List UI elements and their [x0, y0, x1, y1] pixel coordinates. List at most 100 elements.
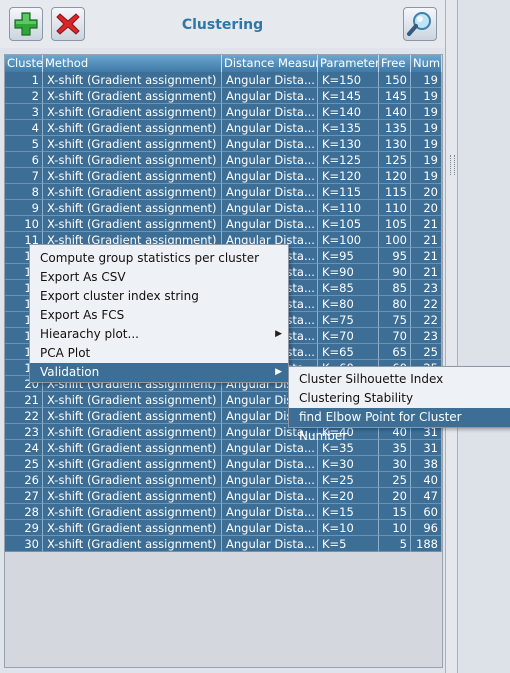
- cell-method: X-shift (Gradient assignment): [43, 440, 222, 456]
- cell-free-param: 65: [379, 344, 411, 360]
- menu-item-export-as-csv[interactable]: Export As CSV: [30, 268, 288, 287]
- split-pane-divider[interactable]: [445, 0, 458, 673]
- search-button[interactable]: [403, 7, 437, 41]
- cell-distance: Angular Dista...: [222, 456, 318, 472]
- cell-cluster: 6: [5, 152, 43, 168]
- cell-free-param: 125: [379, 152, 411, 168]
- submenu-item-cluster-silhouette-index[interactable]: Cluster Silhouette Index: [289, 370, 510, 389]
- cell-cluster: 2: [5, 88, 43, 104]
- cell-cluster: 23: [5, 424, 43, 440]
- menu-item-pca-plot[interactable]: PCA Plot: [30, 344, 288, 363]
- cell-distance: Angular Dista...: [222, 200, 318, 216]
- table-row[interactable]: 7 X-shift (Gradient assignment) Angular Di…: [5, 168, 442, 184]
- divider-grip-icon[interactable]: [450, 155, 455, 175]
- submenu-item-clustering-stability[interactable]: Clustering Stability: [289, 389, 510, 408]
- cell-method: X-shift (Gradient assignment): [43, 120, 222, 136]
- cell-num: 19: [411, 72, 442, 88]
- table-row[interactable]: 6 X-shift (Gradient assignment) Angular Di…: [5, 152, 442, 168]
- table-row[interactable]: 3 X-shift (Gradient assignment) Angular Di…: [5, 104, 442, 120]
- cell-cluster: 22: [5, 408, 43, 424]
- cell-cluster: 1: [5, 72, 43, 88]
- cell-method: X-shift (Gradient assignment): [43, 72, 222, 88]
- cell-parameter: K=80: [318, 296, 379, 312]
- cell-cluster: 27: [5, 488, 43, 504]
- cell-parameter: K=65: [318, 344, 379, 360]
- cell-cluster: 26: [5, 472, 43, 488]
- cell-parameter: K=145: [318, 88, 379, 104]
- cell-distance: Angular Dista...: [222, 184, 318, 200]
- cell-free-param: 85: [379, 280, 411, 296]
- cell-num: 96: [411, 520, 442, 536]
- cell-free-param: 120: [379, 168, 411, 184]
- table-row[interactable]: 26 X-shift (Gradient assignment) Angular D…: [5, 472, 442, 488]
- cell-num: 21: [411, 232, 442, 248]
- cell-cluster: 5: [5, 136, 43, 152]
- column-header-parameter[interactable]: Parameter: [318, 55, 379, 72]
- cell-free-param: 115: [379, 184, 411, 200]
- cell-num: 23: [411, 328, 442, 344]
- cell-parameter: K=70: [318, 328, 379, 344]
- cell-cluster: 9: [5, 200, 43, 216]
- cell-method: X-shift (Gradient assignment): [43, 152, 222, 168]
- table-row[interactable]: 30 X-shift (Gradient assignment) Angular D…: [5, 536, 442, 552]
- menu-item-label: Export As FCS: [40, 308, 125, 322]
- cell-free-param: 130: [379, 136, 411, 152]
- table-row[interactable]: 5 X-shift (Gradient assignment) Angular Di…: [5, 136, 442, 152]
- add-button[interactable]: [9, 7, 43, 41]
- column-header-method[interactable]: Method: [43, 55, 222, 72]
- cell-method: X-shift (Gradient assignment): [43, 88, 222, 104]
- cell-num: 21: [411, 248, 442, 264]
- cell-distance: Angular Dista...: [222, 152, 318, 168]
- cell-num: 21: [411, 216, 442, 232]
- cell-method: X-shift (Gradient assignment): [43, 200, 222, 216]
- cell-parameter: K=30: [318, 456, 379, 472]
- menu-item-export-as-fcs[interactable]: Export As FCS: [30, 306, 288, 325]
- cell-free-param: 140: [379, 104, 411, 120]
- table-row[interactable]: 1 X-shift (Gradient assignment) Angular Di…: [5, 72, 442, 88]
- column-header-num[interactable]: Num...: [411, 55, 442, 72]
- cell-num: 47: [411, 488, 442, 504]
- cell-free-param: 145: [379, 88, 411, 104]
- table-row[interactable]: 8 X-shift (Gradient assignment) Angular Di…: [5, 184, 442, 200]
- cell-num: 19: [411, 168, 442, 184]
- cell-free-param: 105: [379, 216, 411, 232]
- menu-item-label: Clustering Stability: [299, 391, 414, 405]
- menu-item-label: Cluster Silhouette Index: [299, 372, 444, 386]
- cell-method: X-shift (Gradient assignment): [43, 184, 222, 200]
- delete-button[interactable]: [51, 7, 85, 41]
- cell-method: X-shift (Gradient assignment): [43, 424, 222, 440]
- table-row[interactable]: 2 X-shift (Gradient assignment) Angular Di…: [5, 88, 442, 104]
- cell-parameter: K=100: [318, 232, 379, 248]
- cell-free-param: 30: [379, 456, 411, 472]
- cell-free-param: 75: [379, 312, 411, 328]
- cell-parameter: K=15: [318, 504, 379, 520]
- cell-free-param: 150: [379, 72, 411, 88]
- cell-parameter: K=25: [318, 472, 379, 488]
- cell-parameter: K=20: [318, 488, 379, 504]
- context-menu: Compute group statistics per cluster Expo…: [29, 244, 289, 383]
- cell-parameter: K=135: [318, 120, 379, 136]
- table-row[interactable]: 24 X-shift (Gradient assignment) Angular D…: [5, 440, 442, 456]
- cell-num: 60: [411, 504, 442, 520]
- table-row[interactable]: 28 X-shift (Gradient assignment) Angular D…: [5, 504, 442, 520]
- submenu-item-find-elbow-point-for-cluster-number[interactable]: find Elbow Point for Cluster Number: [289, 408, 510, 443]
- table-row[interactable]: 9 X-shift (Gradient assignment) Angular Di…: [5, 200, 442, 216]
- table-row[interactable]: 29 X-shift (Gradient assignment) Angular D…: [5, 520, 442, 536]
- cell-parameter: K=5: [318, 536, 379, 552]
- menu-item-export-cluster-index-string[interactable]: Export cluster index string: [30, 287, 288, 306]
- cell-free-param: 110: [379, 200, 411, 216]
- table-row[interactable]: 27 X-shift (Gradient assignment) Angular D…: [5, 488, 442, 504]
- column-header-cluster[interactable]: Cluste: [5, 55, 43, 72]
- column-header-free-param[interactable]: Free P: [379, 55, 411, 72]
- menu-item-compute-group-statistics-per-cluster[interactable]: Compute group statistics per cluster: [30, 249, 288, 268]
- table-row[interactable]: 10 X-shift (Gradient assignment) Angular D…: [5, 216, 442, 232]
- cell-distance: Angular Dista...: [222, 520, 318, 536]
- cell-distance: Angular Dista...: [222, 120, 318, 136]
- table-row[interactable]: 4 X-shift (Gradient assignment) Angular Di…: [5, 120, 442, 136]
- cell-distance: Angular Dista...: [222, 72, 318, 88]
- table-row[interactable]: 25 X-shift (Gradient assignment) Angular D…: [5, 456, 442, 472]
- menu-item-validation[interactable]: Validation ▶: [30, 363, 288, 382]
- column-header-distance[interactable]: Distance Measur: [222, 55, 318, 72]
- cell-cluster: 8: [5, 184, 43, 200]
- menu-item-hiearachy-plot[interactable]: Hiearachy plot... ▶: [30, 325, 288, 344]
